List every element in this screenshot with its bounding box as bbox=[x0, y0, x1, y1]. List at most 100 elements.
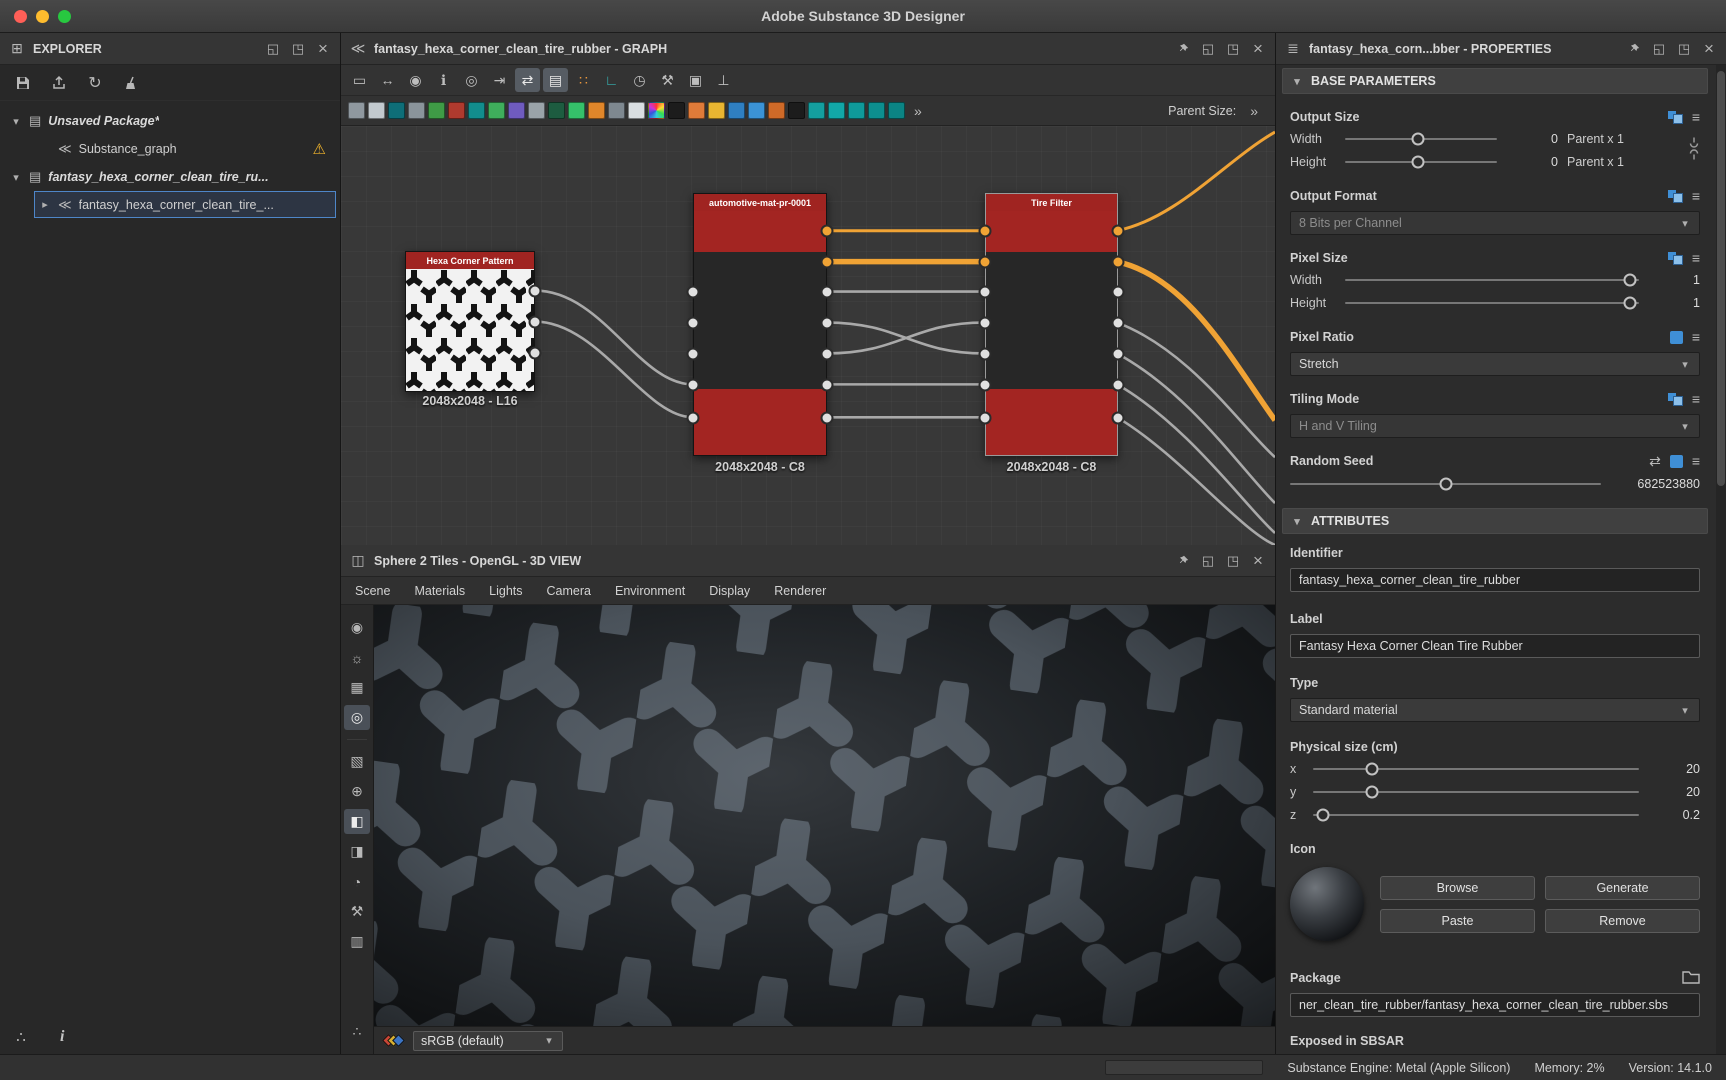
node-palette-swatch[interactable] bbox=[648, 102, 665, 119]
input-connector[interactable] bbox=[687, 348, 700, 361]
slider-knob[interactable] bbox=[1411, 155, 1424, 168]
menu-lights[interactable]: Lights bbox=[489, 584, 522, 598]
tree-item-unsaved-package[interactable]: ▾ ▤ Unsaved Package* bbox=[0, 107, 340, 135]
output-connector[interactable] bbox=[1112, 286, 1125, 299]
random-seed-slider[interactable] bbox=[1290, 483, 1601, 485]
info-icon[interactable]: i bbox=[60, 1028, 64, 1046]
node-palette-swatch[interactable] bbox=[768, 102, 785, 119]
output-connector[interactable] bbox=[529, 285, 542, 298]
node-palette-swatch[interactable] bbox=[608, 102, 625, 119]
pixel-width-slider[interactable] bbox=[1345, 279, 1639, 281]
relative-to-parent-icon[interactable] bbox=[1668, 111, 1683, 124]
label-field[interactable] bbox=[1290, 634, 1700, 658]
input-connector-active[interactable] bbox=[979, 225, 992, 238]
input-connector[interactable] bbox=[687, 286, 700, 299]
physical-y-slider[interactable] bbox=[1313, 791, 1639, 793]
maximize-icon[interactable]: ◳ bbox=[1224, 552, 1242, 570]
slider-knob[interactable] bbox=[1624, 273, 1637, 286]
colorspace-select[interactable]: sRGB (default) ▾ bbox=[413, 1031, 563, 1051]
output-connector[interactable] bbox=[1112, 412, 1125, 425]
output-connector-active[interactable] bbox=[1112, 256, 1125, 269]
thumbnail-display-icon[interactable]: ▣ bbox=[683, 68, 708, 92]
node-palette-swatch[interactable] bbox=[728, 102, 745, 119]
geometry-cube-icon[interactable]: ◧ bbox=[344, 809, 370, 834]
maximize-icon[interactable]: ◳ bbox=[1224, 40, 1242, 58]
relative-to-parent-icon[interactable] bbox=[1668, 252, 1683, 265]
chevron-down-icon[interactable]: ▾ bbox=[10, 171, 22, 184]
geometry-sphere-icon[interactable]: ◔ bbox=[344, 869, 370, 894]
section-base-parameters[interactable]: ▾ BASE PARAMETERS bbox=[1282, 68, 1708, 94]
input-connector-active[interactable] bbox=[979, 256, 992, 269]
scene-tools-icon[interactable]: ⚒ bbox=[344, 899, 370, 924]
environment-map-icon[interactable]: ▦ bbox=[344, 675, 370, 700]
shuffle-icon[interactable]: ⇄ bbox=[1649, 453, 1661, 470]
node-palette-swatch[interactable] bbox=[468, 102, 485, 119]
elbow-links-icon[interactable]: ∟ bbox=[599, 68, 624, 92]
node-palette-swatch[interactable] bbox=[708, 102, 725, 119]
node-palette-swatch[interactable] bbox=[828, 102, 845, 119]
output-connector[interactable] bbox=[821, 379, 834, 392]
node-palette-swatch[interactable] bbox=[548, 102, 565, 119]
float-window-icon[interactable]: ◱ bbox=[1650, 40, 1668, 58]
identifier-field[interactable] bbox=[1290, 568, 1700, 592]
node-palette-swatch[interactable] bbox=[788, 102, 805, 119]
tools-icon[interactable]: ⚒ bbox=[655, 68, 680, 92]
node-palette-swatch[interactable] bbox=[888, 102, 905, 119]
relative-to-parent-icon[interactable] bbox=[1668, 190, 1683, 203]
menu-environment[interactable]: Environment bbox=[615, 584, 685, 598]
node-palette-swatch[interactable] bbox=[588, 102, 605, 119]
parent-multiplier[interactable]: Parent x 1 bbox=[1567, 132, 1641, 146]
node-palette-swatch[interactable] bbox=[488, 102, 505, 119]
node-automotive-material[interactable]: automotive-mat-pr-0001 bbox=[693, 193, 827, 456]
node-hexa-corner-pattern[interactable]: Hexa Corner Pattern bbox=[405, 251, 535, 392]
slider-knob[interactable] bbox=[1316, 808, 1329, 821]
pixel-ratio-dropdown[interactable]: Stretch ▾ bbox=[1290, 352, 1700, 376]
tree-item-fantasy-package[interactable]: ▾ ▤ fantasy_hexa_corner_clean_tire_ru... bbox=[0, 163, 340, 191]
viewport-render[interactable] bbox=[374, 605, 1275, 1026]
node-palette-swatch[interactable] bbox=[628, 102, 645, 119]
output-connector-active[interactable] bbox=[821, 225, 834, 238]
node-palette-swatch[interactable] bbox=[748, 102, 765, 119]
input-connector[interactable] bbox=[687, 379, 700, 392]
node-palette-swatch[interactable] bbox=[348, 102, 365, 119]
slider-knob[interactable] bbox=[1439, 478, 1452, 491]
scene-hierarchy-icon[interactable]: ∴ bbox=[344, 1019, 370, 1044]
parameter-default-icon[interactable] bbox=[1670, 455, 1683, 468]
zoom-window-button[interactable] bbox=[58, 10, 71, 23]
graph-canvas[interactable]: Hexa Corner Pattern bbox=[341, 126, 1275, 545]
palette-overflow-icon[interactable]: » bbox=[908, 103, 928, 119]
pin-icon[interactable] bbox=[1174, 40, 1192, 58]
node-info-icon[interactable]: ℹ bbox=[431, 68, 456, 92]
input-connector[interactable] bbox=[979, 379, 992, 392]
output-connector[interactable] bbox=[821, 412, 834, 425]
minimize-window-button[interactable] bbox=[36, 10, 49, 23]
hierarchy-view-icon[interactable]: ∴ bbox=[10, 1026, 32, 1048]
save-icon[interactable] bbox=[12, 72, 34, 94]
camera-display-icon[interactable]: ◉ bbox=[344, 615, 370, 640]
menu-camera[interactable]: Camera bbox=[547, 584, 591, 598]
link-mode-icon[interactable]: ⇄ bbox=[515, 68, 540, 92]
parameter-menu-icon[interactable]: ≡ bbox=[1692, 392, 1700, 406]
screenshot-icon[interactable]: ◉ bbox=[403, 68, 428, 92]
transform-gizmo-icon[interactable]: ⊕ bbox=[344, 779, 370, 804]
package-field[interactable] bbox=[1290, 993, 1700, 1017]
menu-display[interactable]: Display bbox=[709, 584, 750, 598]
link-width-height-icon[interactable] bbox=[1688, 137, 1700, 164]
slider-knob[interactable] bbox=[1411, 132, 1424, 145]
node-palette-swatch[interactable] bbox=[508, 102, 525, 119]
output-height-slider[interactable] bbox=[1345, 161, 1497, 163]
chevron-right-icon[interactable]: ▸ bbox=[39, 198, 51, 211]
output-connector-active[interactable] bbox=[821, 256, 834, 269]
align-nodes-icon[interactable]: ⊥ bbox=[711, 68, 736, 92]
properties-scrollbar[interactable] bbox=[1716, 65, 1726, 1054]
reload-icon[interactable]: ↻ bbox=[84, 72, 106, 94]
browse-button[interactable]: Browse bbox=[1380, 876, 1535, 900]
maximize-icon[interactable]: ◳ bbox=[289, 40, 307, 58]
node-palette-swatch[interactable] bbox=[388, 102, 405, 119]
remove-button[interactable]: Remove bbox=[1545, 909, 1700, 933]
export-icon[interactable] bbox=[48, 72, 70, 94]
clean-icon[interactable] bbox=[120, 72, 142, 94]
output-connector-active[interactable] bbox=[1112, 225, 1125, 238]
folder-icon[interactable] bbox=[1682, 970, 1700, 987]
node-palette-swatch[interactable] bbox=[568, 102, 585, 119]
